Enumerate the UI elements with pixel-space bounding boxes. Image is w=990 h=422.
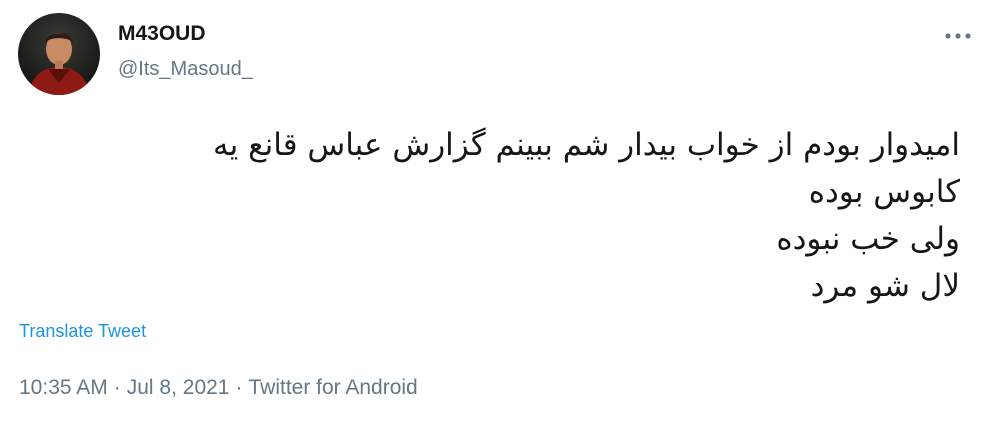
avatar[interactable] — [18, 13, 100, 95]
username[interactable]: @Its_Masoud_ — [118, 58, 253, 81]
profile-photo — [18, 13, 100, 95]
separator: · — [235, 376, 243, 399]
separator: · — [113, 376, 121, 399]
tweet-line: امیدوار بودم از خواب بیدار شم ببینم گزار… — [213, 127, 960, 163]
tweet-source[interactable]: Twitter for Android — [248, 376, 417, 399]
display-name[interactable]: M43OUD — [118, 22, 206, 46]
tweet-time[interactable]: 10:35 AM — [19, 376, 108, 399]
tweet-line: کابوس بوده — [808, 174, 960, 210]
tweet-date[interactable]: Jul 8, 2021 — [127, 376, 230, 399]
tweet-metadata: 10:35 AM · Jul 8, 2021 · Twitter for Android — [19, 376, 418, 400]
tweet-line: ولی خب نبوده — [776, 221, 960, 257]
tweet-line: لال شو مرد — [810, 268, 960, 304]
tweet-text: امیدوار بودم از خواب بیدار شم ببینم گزار… — [30, 122, 960, 310]
translate-tweet-link[interactable]: Translate Tweet — [19, 321, 146, 342]
more-options-icon[interactable] — [938, 26, 978, 46]
